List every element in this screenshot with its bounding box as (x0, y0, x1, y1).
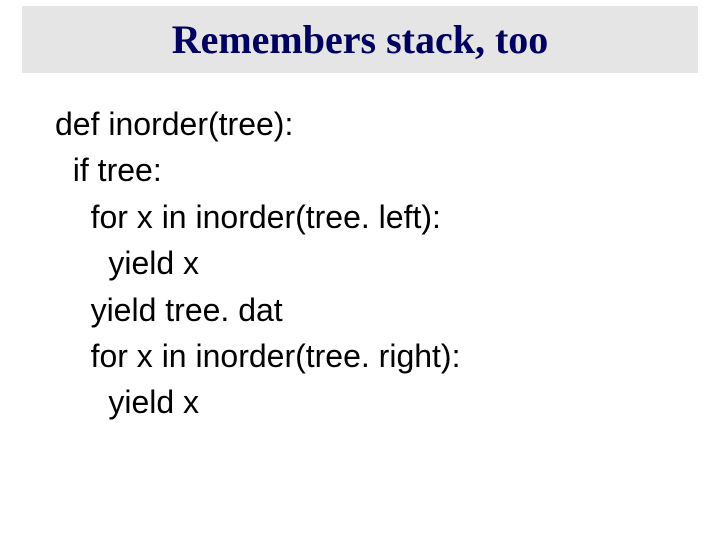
title-bar: Remembers stack, too (22, 6, 698, 73)
code-block: def inorder(tree): if tree: for x in ino… (55, 101, 680, 426)
code-line-4: yield x (55, 240, 680, 286)
code-line-5: yield tree. dat (55, 287, 680, 333)
slide: Remembers stack, too def inorder(tree): … (0, 6, 720, 546)
code-line-7: yield x (55, 379, 680, 425)
slide-title: Remembers stack, too (22, 16, 698, 63)
code-line-2: if tree: (55, 147, 680, 193)
code-line-6: for x in inorder(tree. right): (55, 333, 680, 379)
code-line-3: for x in inorder(tree. left): (55, 194, 680, 240)
code-line-1: def inorder(tree): (55, 101, 680, 147)
